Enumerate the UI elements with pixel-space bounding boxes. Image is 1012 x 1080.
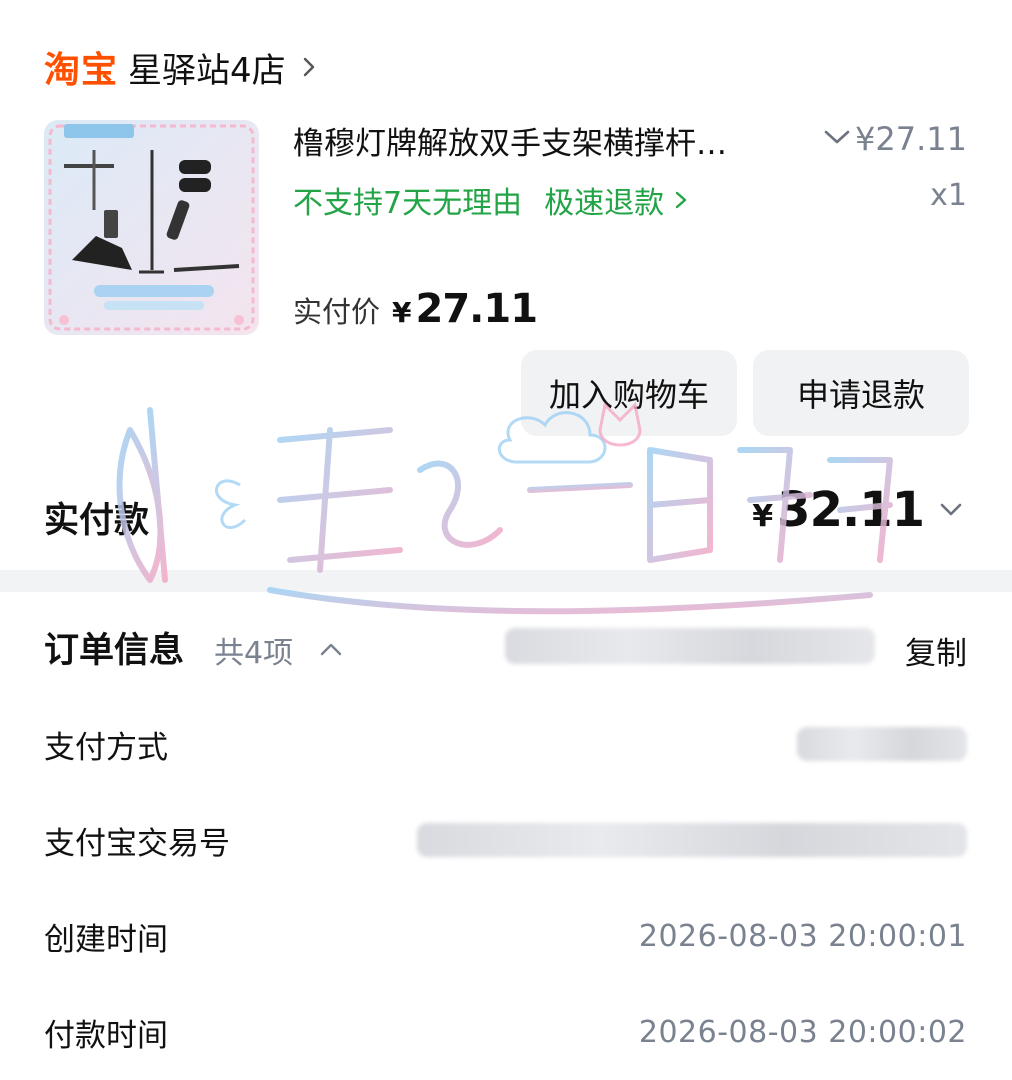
alipay-trade-number-label: 支付宝交易号 (44, 825, 230, 862)
alipay-trade-number-row: 支付宝交易号 (44, 818, 967, 862)
order-number-redacted (505, 628, 875, 664)
product-thumbnail[interactable] (44, 120, 259, 335)
taobao-logo: 淘宝 (44, 50, 119, 91)
currency-symbol: ¥ (752, 499, 774, 534)
order-info-title: 订单信息 (44, 631, 185, 671)
created-time-row: 创建时间 2026-08-03 20:00:01 (44, 914, 967, 958)
order-detail-page: 淘宝 星驿站4店 橹穆灯牌解放双手支架横撑杆… ¥27.11 不支持7天无理由 … (0, 0, 1012, 1080)
payment-method-value-redacted (797, 727, 967, 761)
paid-time-label: 付款时间 (44, 1017, 168, 1054)
total-paid-value: 32.11 (777, 482, 925, 538)
product-image (48, 124, 255, 331)
currency-symbol: ¥ (392, 296, 412, 329)
total-paid-label: 实付款 (44, 501, 150, 541)
total-paid-amount[interactable]: ¥ 32.11 (752, 482, 925, 538)
paid-time-row: 付款时间 2026-08-03 20:00:02 (44, 1010, 967, 1054)
unit-price: ¥27.11 (855, 120, 967, 158)
chevron-right-icon (675, 191, 687, 209)
order-info-count[interactable]: 共4项 (214, 628, 293, 672)
shop-header[interactable]: 淘宝 星驿站4店 (44, 42, 320, 92)
order-info-card: 订单信息 共4项 复制 支付方式 支付宝交易号 创建时间 2026-08-03 … (0, 592, 1012, 1080)
paid-time-value: 2026-08-03 20:00:02 (638, 1014, 967, 1050)
fast-refund-link[interactable]: 极速退款 (544, 178, 664, 222)
alipay-trade-number-value-redacted (417, 823, 967, 857)
chevron-right-icon (303, 57, 314, 77)
request-refund-button[interactable]: 申请退款 (753, 350, 969, 436)
payment-method-label: 支付方式 (44, 729, 168, 766)
product-title[interactable]: 橹穆灯牌解放双手支架横撑杆… (293, 118, 727, 163)
chevron-down-icon[interactable] (822, 126, 852, 148)
copy-button[interactable]: 复制 (905, 628, 967, 673)
created-time-value: 2026-08-03 20:00:01 (638, 918, 967, 954)
add-to-cart-button[interactable]: 加入购物车 (521, 350, 737, 436)
service-tags: 不支持7天无理由 极速退款 (293, 178, 690, 222)
paid-price-amount: 27.11 (415, 286, 539, 332)
paid-price-label: 实付价 (293, 295, 381, 329)
no-seven-day-return-tag: 不支持7天无理由 (293, 186, 523, 221)
chevron-up-icon[interactable] (318, 640, 344, 658)
paid-price: 实付价 ¥ 27.11 (293, 286, 539, 332)
payment-method-row: 支付方式 (44, 722, 967, 766)
created-time-label: 创建时间 (44, 921, 168, 958)
shop-name[interactable]: 星驿站4店 (128, 43, 286, 92)
chevron-down-icon[interactable] (938, 500, 964, 520)
order-item-card: 淘宝 星驿站4店 橹穆灯牌解放双手支架横撑杆… ¥27.11 不支持7天无理由 … (0, 0, 1012, 570)
quantity: x1 (930, 178, 967, 213)
